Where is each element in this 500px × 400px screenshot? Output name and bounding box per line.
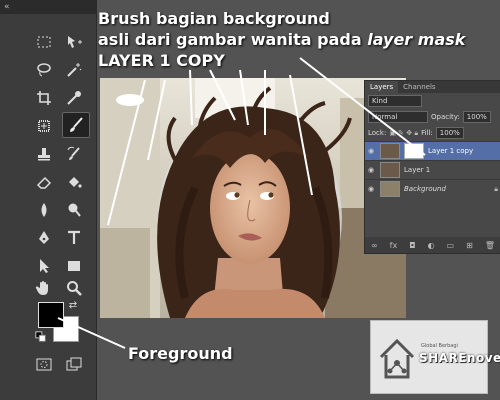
lasso-tool-icon[interactable] bbox=[32, 58, 56, 82]
lock-icon: 🔒︎ bbox=[494, 184, 498, 193]
tab-channels[interactable]: Channels bbox=[398, 81, 440, 93]
layer-thumbnail bbox=[380, 143, 400, 159]
layers-panel-footer: ∞ fx ◘ ◐ ▭ ⊞ 🗑︎ bbox=[365, 237, 500, 253]
mask-icon[interactable]: ◘ bbox=[409, 241, 415, 250]
visibility-eye-icon[interactable]: ◉ bbox=[368, 185, 376, 193]
blend-row: Normal Opacity: 100% bbox=[365, 109, 500, 125]
canvas-image[interactable] bbox=[100, 78, 406, 318]
screen-mode-icon[interactable] bbox=[62, 352, 86, 376]
healing-brush-tool-icon[interactable] bbox=[32, 114, 56, 138]
annotation-brush-note: Brush bagian background asli dari gambar… bbox=[98, 8, 465, 71]
layer-row-layer-1[interactable]: ◉ Layer 1 bbox=[365, 160, 500, 179]
layer-row-background[interactable]: ◉ Background 🔒︎ bbox=[365, 179, 500, 198]
layer-name: Background bbox=[404, 185, 446, 193]
fill-label: Fill: bbox=[421, 129, 433, 137]
paint-bucket-tool-icon[interactable] bbox=[62, 170, 86, 194]
clone-stamp-tool-icon[interactable] bbox=[32, 142, 56, 166]
blend-mode-select[interactable]: Normal bbox=[368, 111, 428, 123]
pen-tool-icon[interactable] bbox=[32, 226, 56, 250]
layer-name: Layer 1 bbox=[404, 166, 431, 174]
blur-tool-icon[interactable] bbox=[32, 198, 56, 222]
collapse-label: « bbox=[4, 2, 10, 12]
annotation-line-1: Brush bagian background bbox=[98, 9, 330, 28]
folder-icon[interactable]: ▭ bbox=[447, 241, 455, 250]
logo-tagline: Global Berbagi bbox=[421, 343, 458, 349]
opacity-label: Opacity: bbox=[431, 113, 460, 121]
brush-tool-icon[interactable] bbox=[62, 112, 90, 138]
crop-tool-icon[interactable] bbox=[32, 86, 56, 110]
layer-thumbnail bbox=[380, 162, 400, 178]
opacity-input[interactable]: 100% bbox=[462, 111, 491, 123]
history-brush-tool-icon[interactable] bbox=[62, 142, 86, 166]
shape-tool-icon[interactable] bbox=[62, 254, 86, 278]
layer-row-layer-1-copy[interactable]: ◉ Layer 1 copy bbox=[365, 141, 500, 160]
layer-name: Layer 1 copy bbox=[428, 147, 474, 155]
magic-wand-tool-icon[interactable] bbox=[62, 58, 86, 82]
swap-colors-icon[interactable]: ⇄ bbox=[66, 298, 80, 312]
annotation-line-2: asli dari gambar wanita pada layer mask bbox=[98, 29, 465, 50]
filter-kind-select[interactable]: Kind bbox=[368, 95, 422, 107]
annotation-line-2-text: asli dari gambar wanita pada bbox=[98, 30, 368, 49]
adjustment-icon[interactable]: ◐ bbox=[428, 241, 435, 250]
new-layer-icon[interactable]: ⊞ bbox=[466, 241, 473, 250]
lock-icons[interactable]: ▣ ✎ ✥ 🔒︎ bbox=[389, 129, 418, 138]
tools-panel: « ⇄ bbox=[0, 0, 97, 400]
fill-input[interactable]: 100% bbox=[435, 127, 464, 139]
logo-brand-text: SHAREnovel bbox=[419, 351, 500, 365]
lock-row: Lock: ▣ ✎ ✥ 🔒︎ Fill: 100% bbox=[365, 125, 500, 141]
fx-icon[interactable]: fx bbox=[390, 241, 398, 250]
fill-value: 100% bbox=[439, 129, 460, 137]
filter-row: Kind bbox=[365, 93, 500, 109]
link-icon[interactable]: ∞ bbox=[371, 241, 378, 250]
site-logo: Global Berbagi SHAREnovel bbox=[370, 320, 500, 394]
annotation-foreground-label: Foreground bbox=[128, 344, 233, 363]
trash-icon[interactable]: 🗑︎ bbox=[485, 241, 495, 250]
marquee-tool-icon[interactable] bbox=[32, 30, 56, 54]
type-tool-icon[interactable] bbox=[62, 226, 86, 250]
default-colors-icon[interactable] bbox=[34, 330, 48, 344]
dodge-tool-icon[interactable] bbox=[62, 198, 86, 222]
filter-kind-value: Kind bbox=[372, 97, 388, 105]
path-selection-tool-icon[interactable] bbox=[32, 254, 56, 278]
quick-mask-icon[interactable] bbox=[32, 352, 56, 376]
zoom-tool-icon[interactable] bbox=[62, 276, 86, 300]
lock-label: Lock: bbox=[368, 129, 387, 137]
blend-mode-value: Normal bbox=[372, 113, 398, 121]
hand-tool-icon[interactable] bbox=[32, 276, 56, 300]
layer-thumbnail bbox=[380, 181, 400, 197]
foreground-color-swatch[interactable] bbox=[38, 302, 64, 328]
annotation-layer-mask-text: layer mask bbox=[367, 30, 466, 49]
visibility-eye-icon[interactable]: ◉ bbox=[368, 147, 376, 155]
tab-layers[interactable]: Layers bbox=[365, 81, 399, 93]
opacity-value: 100% bbox=[466, 113, 487, 121]
annotation-line-3: LAYER 1 COPY bbox=[98, 51, 225, 70]
house-network-icon bbox=[379, 338, 415, 379]
eraser-tool-icon[interactable] bbox=[32, 170, 56, 194]
layers-panel: Layers Channels Kind Normal Opacity: 100… bbox=[364, 80, 500, 254]
layers-panel-tabs: Layers Channels bbox=[365, 81, 500, 93]
layer-mask-thumbnail[interactable] bbox=[404, 143, 424, 159]
eyedropper-tool-icon[interactable] bbox=[62, 86, 86, 110]
visibility-eye-icon[interactable]: ◉ bbox=[368, 166, 376, 174]
move-tool-icon[interactable] bbox=[62, 30, 86, 54]
panel-collapse-button[interactable]: « bbox=[0, 0, 96, 14]
photoshop-screenshot: « ⇄ Brush bagian background asli dari ga… bbox=[0, 0, 500, 400]
